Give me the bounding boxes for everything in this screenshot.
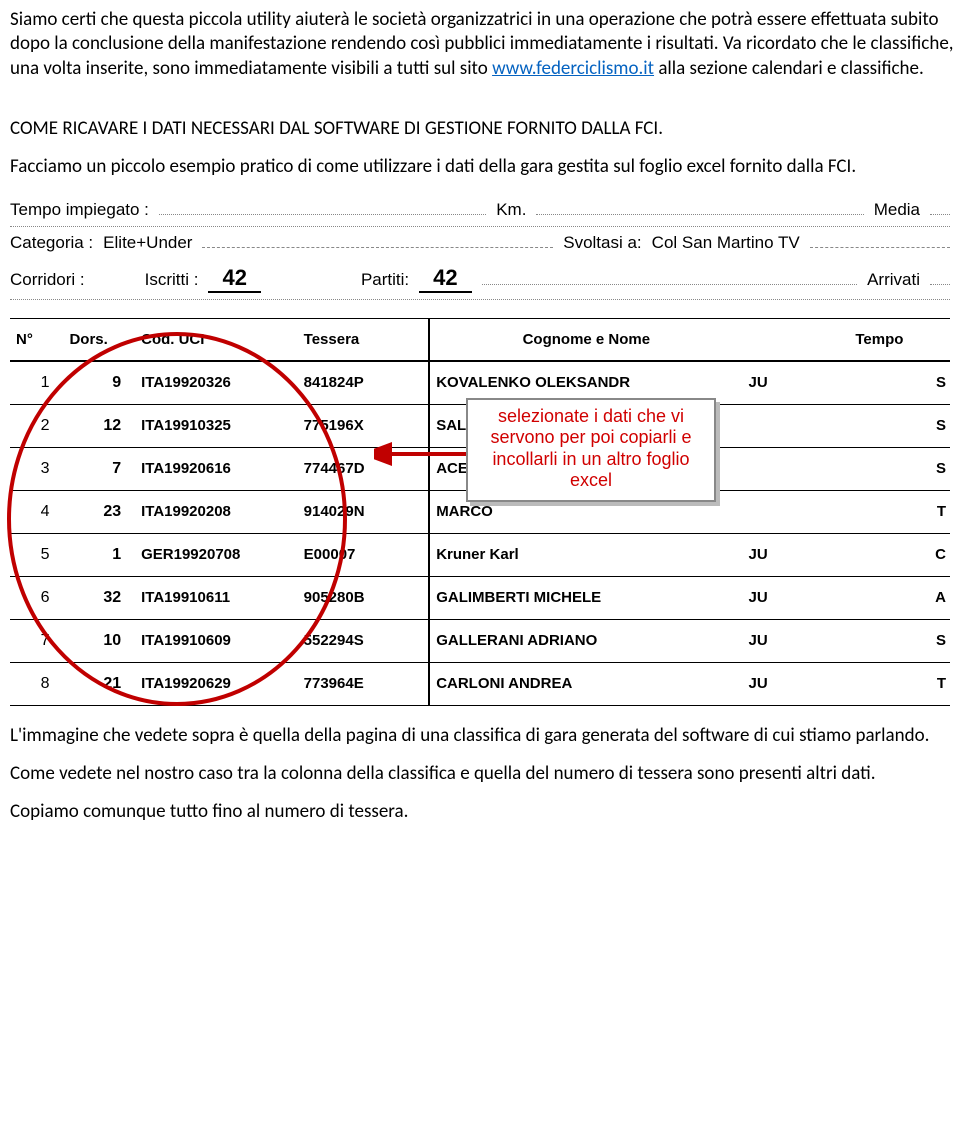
cell-c — [743, 447, 809, 490]
info-row-tempo: Tempo impiegato : Km. Media — [10, 194, 950, 227]
cell-c: JU — [743, 533, 809, 576]
cell-uci: ITA19910609 — [135, 619, 298, 662]
results-table: N° Dors. Cod. UCI Tessera Cognome e Nome… — [10, 318, 950, 706]
cell-uci: ITA19920616 — [135, 447, 298, 490]
table-row: 710ITA19910609552294SGALLERANI ADRIANOJU… — [10, 619, 950, 662]
cell-tess: 914029N — [298, 490, 430, 533]
cell-dors: 23 — [63, 490, 135, 533]
cell-n: 3 — [10, 447, 63, 490]
cell-c: JU — [743, 619, 809, 662]
cell-n: 6 — [10, 576, 63, 619]
arrivati-label: Arrivati — [867, 270, 920, 290]
cell-n: 2 — [10, 404, 63, 447]
cell-dors: 12 — [63, 404, 135, 447]
corridori-label: Corridori : — [10, 270, 85, 290]
cell-t: S — [809, 404, 950, 447]
paragraph-columns: Come vedete nel nostro caso tra la colon… — [10, 762, 960, 786]
cell-t: C — [809, 533, 950, 576]
cell-nome: CARLONI ANDREA — [429, 662, 742, 705]
tempo-label: Tempo impiegato : — [10, 200, 149, 220]
cell-c: JU — [743, 361, 809, 405]
cell-nome: GALIMBERTI MICHELE — [429, 576, 742, 619]
cell-n: 1 — [10, 361, 63, 405]
cell-n: 5 — [10, 533, 63, 576]
col-n: N° — [10, 318, 63, 361]
cell-dors: 10 — [63, 619, 135, 662]
cell-tess: 552294S — [298, 619, 430, 662]
paragraph-intro: Siamo certi che questa piccola utility a… — [10, 8, 960, 81]
cell-dors: 21 — [63, 662, 135, 705]
cell-t: S — [809, 361, 950, 405]
cell-nome: GALLERANI ADRIANO — [429, 619, 742, 662]
cell-dors: 32 — [63, 576, 135, 619]
col-tempo: Tempo — [809, 318, 950, 361]
cell-dors: 9 — [63, 361, 135, 405]
cell-t: A — [809, 576, 950, 619]
col-dors: Dors. — [63, 318, 135, 361]
cell-t: S — [809, 619, 950, 662]
table-row: 632ITA19910611905280BGALIMBERTI MICHELEJ… — [10, 576, 950, 619]
paragraph-copy: Copiamo comunque tutto fino al numero di… — [10, 800, 960, 824]
cell-c — [743, 404, 809, 447]
cell-tess: 905280B — [298, 576, 430, 619]
svoltasi-value: Col San Martino TV — [652, 233, 800, 253]
cell-uci: ITA19910325 — [135, 404, 298, 447]
intro-text-2: alla sezione calendari e classifiche. — [658, 57, 923, 80]
cell-uci: ITA19920208 — [135, 490, 298, 533]
info-row-corridori: Corridori : Iscritti : 42 Partiti: 42 Ar… — [10, 259, 950, 300]
col-tessera: Tessera — [298, 318, 430, 361]
cell-uci: ITA19920326 — [135, 361, 298, 405]
cell-c — [743, 490, 809, 533]
cell-uci: ITA19910611 — [135, 576, 298, 619]
cell-uci: ITA19920629 — [135, 662, 298, 705]
partiti-value: 42 — [419, 265, 471, 293]
partiti-label: Partiti: — [361, 270, 409, 290]
cell-c: JU — [743, 576, 809, 619]
iscritti-value: 42 — [208, 265, 260, 293]
cell-n: 8 — [10, 662, 63, 705]
categoria-value: Elite+Under — [103, 233, 192, 253]
cell-tess: E00007 — [298, 533, 430, 576]
table-row: 51GER19920708E00007Kruner KarlJUC — [10, 533, 950, 576]
categoria-label: Categoria : — [10, 233, 93, 253]
svoltasi-label: Svoltasi a: — [563, 233, 641, 253]
iscritti-label: Iscritti : — [145, 270, 199, 290]
cell-t: S — [809, 447, 950, 490]
cell-n: 7 — [10, 619, 63, 662]
cell-uci: GER19920708 — [135, 533, 298, 576]
cell-t: T — [809, 490, 950, 533]
cell-tess: 775196X — [298, 404, 430, 447]
cell-tess: 773964E — [298, 662, 430, 705]
km-label: Km. — [496, 200, 526, 220]
cell-dors: 7 — [63, 447, 135, 490]
cell-c: JU — [743, 662, 809, 705]
callout-box: selezionate i dati che vi servono per po… — [466, 398, 716, 502]
cell-tess: 841824P — [298, 361, 430, 405]
figure-screenshot: Tempo impiegato : Km. Media Categoria : … — [10, 194, 950, 706]
cell-n: 4 — [10, 490, 63, 533]
info-row-categoria: Categoria : Elite+Under Svoltasi a: Col … — [10, 227, 950, 259]
cell-tess: 774467D — [298, 447, 430, 490]
table-row: 821ITA19920629773964ECARLONI ANDREAJUT — [10, 662, 950, 705]
col-blank — [743, 318, 809, 361]
col-nome: Cognome e Nome — [429, 318, 742, 361]
paragraph-image-desc: L'immagine che vedete sopra è quella del… — [10, 724, 960, 748]
col-uci: Cod. UCI — [135, 318, 298, 361]
paragraph-example: Facciamo un piccolo esempio pratico di c… — [10, 155, 960, 179]
cell-nome: Kruner Karl — [429, 533, 742, 576]
media-label: Media — [874, 200, 920, 220]
cell-t: T — [809, 662, 950, 705]
cell-dors: 1 — [63, 533, 135, 576]
table-header-row: N° Dors. Cod. UCI Tessera Cognome e Nome… — [10, 318, 950, 361]
section-heading: COME RICAVARE I DATI NECESSARI DAL SOFTW… — [10, 117, 960, 141]
federciclismo-link[interactable]: www.federciclismo.it — [492, 57, 654, 80]
